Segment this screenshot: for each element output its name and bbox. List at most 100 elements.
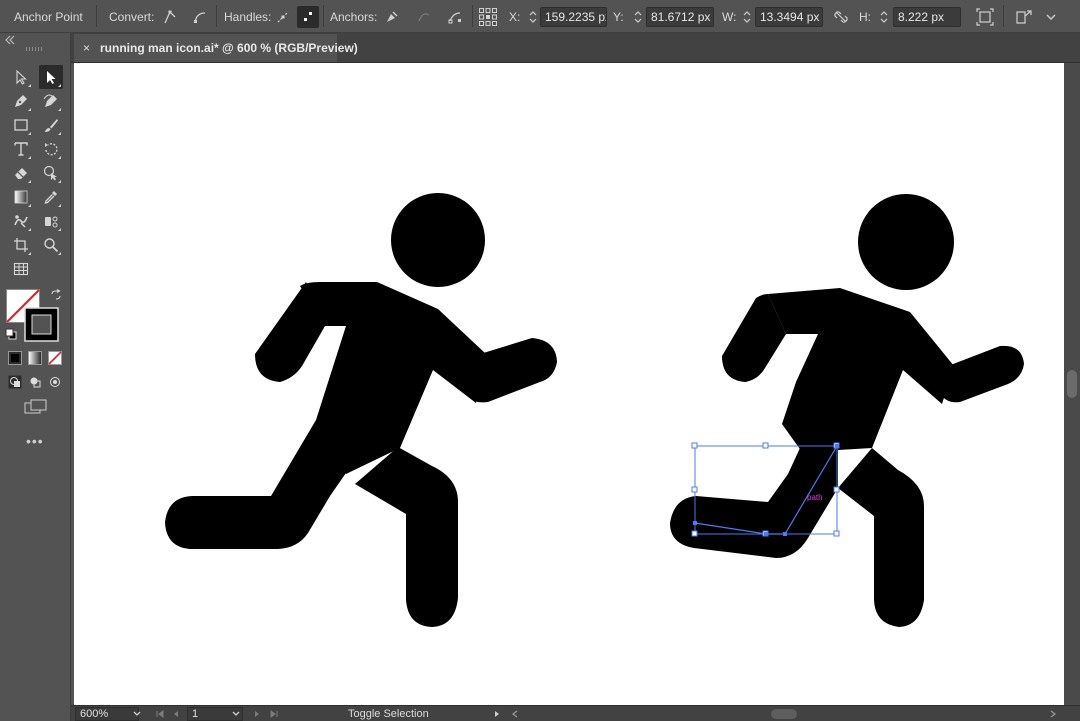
shape-builder-icon [43,165,57,181]
y-position-field[interactable]: 81.6712 px [646,6,714,27]
front-arm-left [468,338,557,403]
vertical-scroll-thumb[interactable] [1067,370,1077,398]
horizontal-scroll-thumb[interactable] [771,709,797,719]
collapse-panel-icon[interactable] [4,35,16,48]
convert-to-smooth-button[interactable] [189,6,211,28]
scroll-left-icon[interactable] [511,706,519,721]
convert-corner-icon [164,10,176,23]
status-bar: 600% 1 Toggle Selection [71,705,1080,721]
screen-mode-icon [24,399,47,414]
divider [1003,5,1004,27]
head-left [391,193,485,287]
close-tab-icon[interactable]: × [83,41,90,55]
artboard-dropdown-icon[interactable] [231,706,241,721]
last-artboard-icon[interactable] [269,706,279,721]
symbol-sprayer-tool[interactable] [39,209,63,233]
none-mode-button[interactable] [48,351,62,368]
first-artboard-icon[interactable] [155,706,165,721]
pen-tool[interactable] [9,89,33,113]
width-field[interactable]: 13.3494 px [755,6,823,27]
hide-handles-icon [304,11,312,21]
screen-mode-button[interactable] [24,399,48,418]
shape-builder-tool[interactable] [39,161,63,185]
zoom-dropdown-icon[interactable] [132,706,142,721]
connect-anchors-button[interactable] [413,6,435,28]
y-stepper[interactable] [632,6,644,28]
document-tab[interactable]: × running man icon.ai* @ 600 % (RGB/Prev… [74,34,358,62]
draw-behind-icon [30,377,41,388]
h-label: H: [859,9,871,24]
gradient-tool[interactable] [9,185,33,209]
transform-button[interactable] [974,6,996,28]
gradient-mode-button[interactable] [28,351,42,368]
puppet-warp-tool[interactable] [9,209,33,233]
swap-arrows-icon [51,289,61,300]
panel-grip[interactable] [26,47,44,51]
selection-tool[interactable] [9,65,33,89]
artboard-icon [14,238,28,252]
paintbrush-tool[interactable] [39,113,63,137]
tools-panel: ••• [0,33,71,721]
x-stepper[interactable] [527,6,539,28]
h-stepper[interactable] [878,6,890,28]
handles-label: Handles: [224,9,272,24]
vertical-scrollbar[interactable] [1064,63,1080,705]
draw-inside-icon [50,377,60,387]
constrain-proportions-button[interactable] [830,6,852,28]
body-right [768,288,954,452]
draw-inside-button[interactable] [48,375,62,392]
pen-minus-icon [387,11,398,22]
convert-to-corner-button[interactable] [159,6,181,28]
direct-selection-tool[interactable] [39,65,63,89]
edit-toolbar-button[interactable]: ••• [26,433,44,449]
swap-fill-stroke-button[interactable] [50,289,62,304]
divider [323,5,324,27]
remove-anchor-button[interactable] [381,6,403,28]
control-bar-menu-button[interactable] [1040,6,1062,28]
rectangle-icon [14,119,28,131]
selection-arrow-icon [16,69,27,85]
color-mode-button[interactable] [8,351,22,368]
head-right [858,194,954,290]
status-menu-icon[interactable] [493,706,501,721]
eraser-icon [15,168,27,179]
rotate-tool[interactable] [39,137,63,161]
stepper-icon [529,10,537,23]
show-handles-button[interactable] [272,6,294,28]
graph-tool[interactable] [9,257,33,281]
default-fill-stroke-button[interactable] [5,328,17,343]
eyedropper-tool[interactable] [39,185,63,209]
next-artboard-icon[interactable] [253,706,261,721]
x-position-field[interactable]: 159.2235 px [540,6,607,27]
x-label: X: [509,9,521,24]
paintbrush-icon [45,119,58,132]
document-tab-bar: × running man icon.ai* @ 600 % (RGB/Prev… [71,33,1080,63]
previous-artboard-icon[interactable] [172,706,180,721]
eraser-tool[interactable] [9,161,33,185]
document-title: running man icon.ai* @ 600 % (RGB/Previe… [100,41,358,55]
w-stepper[interactable] [741,6,753,28]
grid-table-icon [13,262,29,276]
draw-behind-button[interactable] [28,375,42,392]
hide-handles-button[interactable] [297,5,319,28]
artboard-canvas[interactable]: path [71,63,1064,705]
zoom-tool[interactable] [39,233,63,257]
rotate-icon [45,143,58,156]
artwork[interactable]: path [74,63,1064,705]
scroll-right-icon[interactable] [1049,706,1057,721]
control-bar: Anchor Point Convert: Handles: Anchors: [0,0,1080,33]
draw-normal-button[interactable] [8,375,22,392]
reference-point-button[interactable] [477,6,499,28]
curvature-tool[interactable] [39,89,63,113]
running-man-icon-left[interactable] [165,193,557,627]
stroke-swatch[interactable] [24,307,60,346]
type-tool[interactable] [9,137,33,161]
default-colors-icon [5,328,17,340]
arrange-documents-button[interactable] [1013,6,1035,28]
artboard-tool[interactable] [9,233,33,257]
cut-path-button[interactable] [444,6,466,28]
height-field[interactable]: 8.222 px [893,6,961,27]
running-man-icon-right[interactable] [670,194,1024,627]
zoom-field[interactable]: 600% [75,707,139,721]
rectangle-tool[interactable] [9,113,33,137]
